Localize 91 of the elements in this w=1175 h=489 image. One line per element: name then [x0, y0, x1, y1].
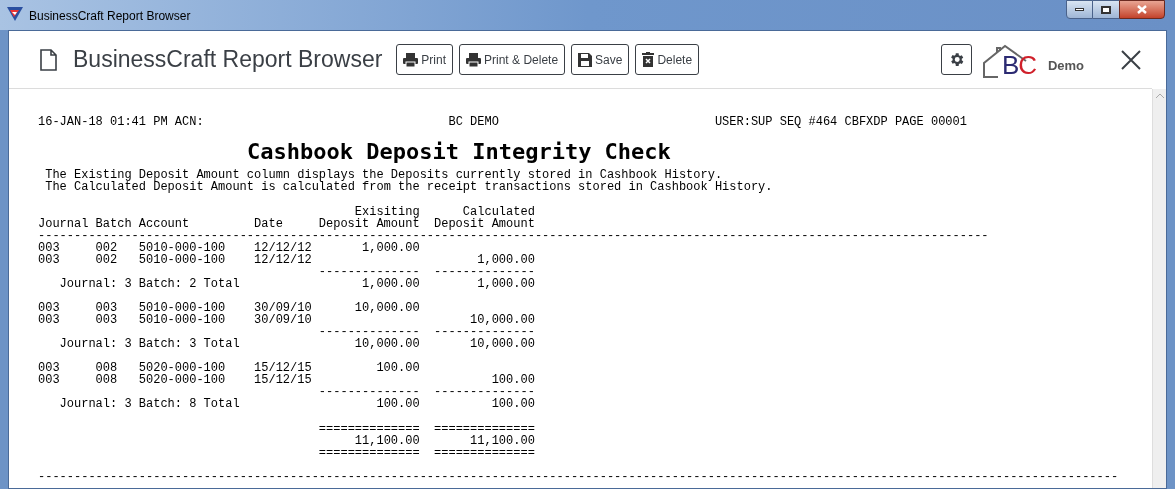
app-title: BusinessCraft Report Browser: [73, 45, 383, 75]
table-cell-text: 003: [38, 362, 61, 374]
subtotal-value: 100.00: [376, 398, 420, 410]
table-cell-text: 5010-000-100: [138, 302, 227, 314]
subtotal-value: 100.00: [491, 398, 535, 410]
column-header: Deposit Amount: [434, 218, 535, 230]
table-cell: 10,000.00: [470, 314, 535, 326]
subtotal-label: Journal: 3 Batch: 8 Total: [58, 398, 241, 410]
table-cell-text: 15/12/15: [254, 374, 313, 386]
table-cell: 10,000.00: [354, 302, 420, 314]
toolbar-button[interactable]: Save: [571, 44, 630, 75]
table-cell-text: 003: [95, 314, 119, 326]
document-icon: [40, 48, 57, 71]
toolbar-button[interactable]: Print: [396, 44, 454, 75]
total-rule: ==============: [318, 447, 420, 459]
window-title: BusinessCraft Report Browser: [29, 8, 191, 25]
grand-total-value: 11,100.00: [354, 435, 420, 447]
table-cell-text: 003: [95, 302, 119, 314]
table-cell-text: 5010-000-100: [138, 242, 227, 254]
column-header: Calculated: [462, 206, 535, 218]
table-cell-text: 12/12/12: [254, 242, 313, 254]
header-rule: ------------------------------------------------------------------------------------------------------------------------------------: [38, 229, 989, 243]
subtotal-rule: --------------: [434, 266, 535, 278]
report-description: The Existing Deposit Amount column displays the Deposits currently stored in Cashbook History.: [45, 169, 723, 181]
subtotal-label: Journal: 3 Batch: 3 Total: [58, 338, 241, 350]
subtotal-rule: --------------: [434, 386, 535, 398]
settings-button[interactable]: [940, 44, 972, 75]
table-cell-text: 5010-000-100: [138, 314, 227, 326]
column-header: Exisiting: [354, 206, 420, 218]
grand-total-value: 11,100.00: [470, 435, 535, 447]
column-header: Journal: [38, 218, 90, 230]
toolbar-button[interactable]: Print & Delete: [459, 44, 566, 75]
table-cell-text: 003: [38, 242, 61, 254]
table-cell: 100.00: [376, 362, 420, 374]
table-cell-text: 12/12/12: [254, 254, 313, 266]
report-header-right: USER:SUP SEQ #464 CBFXDP PAGE 00001: [714, 116, 967, 128]
column-header: Batch: [95, 218, 133, 230]
table-cell-text: 008: [95, 362, 119, 374]
total-rule: ==============: [434, 423, 535, 435]
table-cell-text: 003: [38, 314, 61, 326]
column-header: Account: [138, 218, 191, 230]
table-cell-text: 003: [38, 374, 61, 386]
report-description: The Calculated Deposit Amount is calculated from the receipt transactions stored in Cashbook History.: [45, 181, 774, 193]
footer-rule: ------------------------------------------------------------------------------------------------------------------------------------------------------: [38, 470, 1119, 484]
table-cell-text: 5020-000-100: [138, 362, 227, 374]
subtotal-rule: --------------: [318, 386, 420, 398]
close-icon: [1137, 5, 1147, 14]
table-cell-text: 30/09/10: [254, 302, 313, 314]
printer-icon: [403, 52, 419, 67]
subtotal-value: 10,000.00: [470, 338, 535, 350]
table-cell: 1,000.00: [477, 254, 535, 266]
minimize-button[interactable]: [1066, 0, 1093, 19]
table-cell-text: 5020-000-100: [138, 374, 227, 386]
report-header-left: 16-JAN-18 01:41 PM ACN:: [38, 116, 205, 128]
scroll-up-icon: [1155, 93, 1164, 98]
column-header: Deposit Amount: [318, 218, 420, 230]
close-button[interactable]: [1120, 48, 1142, 71]
report-title: Cashbook Deposit Integrity Check: [247, 139, 671, 164]
subtotal-label: Journal: 3 Batch: 2 Total: [58, 278, 241, 290]
logo-letters: BC: [1001, 50, 1036, 79]
subtotal-value: 1,000.00: [362, 278, 420, 290]
printer-icon: [466, 52, 482, 67]
subtotal-value: 10,000.00: [354, 338, 420, 350]
report-header-center: BC DEMO: [448, 116, 500, 128]
table-cell: 1,000.00: [362, 242, 420, 254]
minimize-icon: [1075, 8, 1084, 11]
column-header: Date: [254, 218, 284, 230]
app-logo-icon: [7, 7, 23, 21]
table-cell-text: 15/12/15: [254, 362, 313, 374]
subtotal-value: 1,000.00: [477, 278, 535, 290]
table-cell-text: 003: [38, 254, 61, 266]
maximize-button[interactable]: [1093, 0, 1119, 19]
table-cell-text: 008: [95, 374, 119, 386]
close-icon: [1121, 49, 1141, 70]
subtotal-rule: --------------: [434, 326, 535, 338]
total-rule: ==============: [318, 423, 420, 435]
subtotal-rule: --------------: [318, 266, 420, 278]
total-rule: ==============: [434, 447, 535, 459]
table-cell-text: 003: [38, 302, 61, 314]
table-cell: 100.00: [491, 374, 535, 386]
table-cell-text: 002: [95, 242, 119, 254]
subtotal-rule: --------------: [318, 326, 420, 338]
table-cell-text: 002: [95, 254, 119, 266]
scrollbar[interactable]: [1152, 89, 1166, 488]
table-cell-text: 5010-000-100: [138, 254, 227, 266]
close-button[interactable]: [1119, 0, 1165, 19]
maximize-icon: [1101, 5, 1111, 14]
logo-tag: Demo: [1047, 56, 1084, 76]
trash-icon: [642, 52, 655, 67]
table-cell-text: 30/09/10: [254, 314, 313, 326]
toolbar-button[interactable]: Delete: [635, 44, 700, 75]
